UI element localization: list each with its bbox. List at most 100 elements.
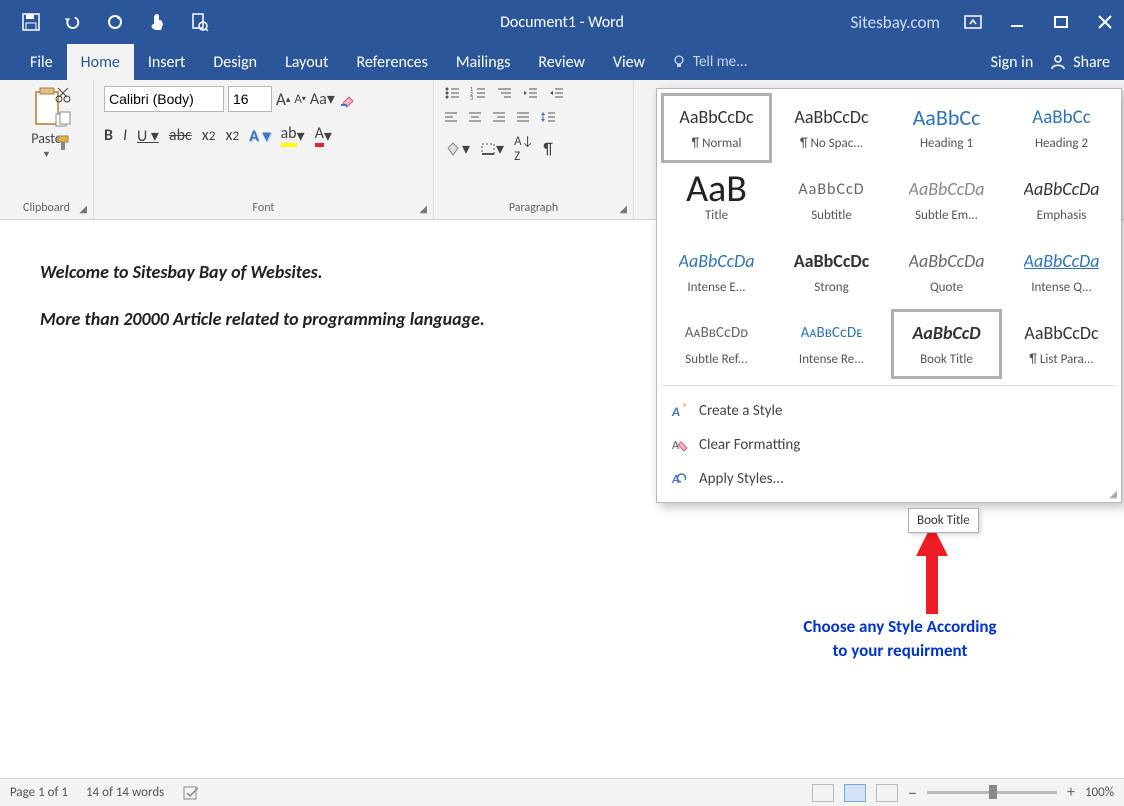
- print-preview-icon[interactable]: [188, 11, 210, 33]
- tab-file[interactable]: File: [16, 44, 67, 80]
- tab-layout[interactable]: Layout: [271, 44, 342, 80]
- style--list-para-[interactable]: AaBbCcDc¶ List Para...: [1006, 309, 1117, 379]
- create-style-item[interactable]: A Create a Style: [657, 394, 1121, 428]
- lightbulb-icon: [671, 54, 687, 70]
- style-subtitle[interactable]: AaBbCcDSubtitle: [776, 165, 887, 235]
- zoom-level[interactable]: 100%: [1085, 785, 1114, 800]
- change-case-icon[interactable]: Aa▾: [310, 89, 335, 109]
- format-painter-icon[interactable]: [54, 134, 72, 152]
- clear-formatting-icon[interactable]: [339, 89, 359, 109]
- paragraph-group: 123 ▾ ▾ A↓Z ¶ Paragraph ◢: [434, 80, 634, 219]
- copy-icon[interactable]: [54, 110, 72, 128]
- sign-in-link[interactable]: Sign in: [991, 53, 1034, 72]
- tab-design[interactable]: Design: [199, 44, 271, 80]
- shading-icon[interactable]: ▾: [444, 139, 470, 159]
- repeat-icon[interactable]: [104, 11, 126, 33]
- word-count[interactable]: 14 of 14 words: [86, 785, 164, 800]
- tab-mailings[interactable]: Mailings: [442, 44, 525, 80]
- style-intense-e-[interactable]: AaBbCcDaIntense E...: [661, 237, 772, 307]
- clear-formatting-item[interactable]: A Clear Formatting: [657, 428, 1121, 462]
- tab-references[interactable]: References: [342, 44, 441, 80]
- clear-format-icon: A: [671, 436, 689, 454]
- borders-icon[interactable]: ▾: [480, 139, 504, 159]
- maximize-icon[interactable]: [1050, 11, 1072, 33]
- tab-insert[interactable]: Insert: [134, 44, 200, 80]
- title-bar: Document1 - Word Sitesbay.com: [0, 0, 1124, 44]
- paste-button[interactable]: Paste ▼: [10, 86, 83, 160]
- zoom-out-button[interactable]: −: [908, 782, 917, 804]
- bold-button[interactable]: B: [104, 126, 113, 145]
- share-icon: [1049, 53, 1067, 71]
- font-color-icon[interactable]: A ▾: [315, 124, 332, 147]
- style-heading-1[interactable]: AaBbCcHeading 1: [891, 93, 1002, 163]
- create-style-icon: A: [671, 402, 689, 420]
- tab-view[interactable]: View: [599, 44, 659, 80]
- style-heading-2[interactable]: AaBbCcHeading 2: [1006, 93, 1117, 163]
- cut-icon[interactable]: [54, 86, 72, 104]
- line-spacing-icon[interactable]: [540, 110, 556, 124]
- web-layout-icon[interactable]: [876, 784, 898, 802]
- superscript-button[interactable]: x2: [225, 126, 239, 145]
- zoom-in-button[interactable]: +: [1067, 783, 1075, 802]
- tab-home[interactable]: Home: [67, 44, 134, 80]
- paragraph-label: Paragraph: [509, 201, 558, 215]
- multilevel-list-icon[interactable]: [496, 86, 512, 100]
- subscript-button[interactable]: x2: [202, 126, 216, 145]
- minimize-icon[interactable]: [1006, 11, 1028, 33]
- font-label: Font: [253, 201, 275, 215]
- increase-font-icon[interactable]: A▴: [276, 89, 290, 110]
- print-layout-icon[interactable]: [844, 784, 866, 802]
- font-size-select[interactable]: [228, 86, 272, 112]
- font-group: A▴ A▾ Aa▾ B I U ▾ abc x2 x2 A ▾ ab▾ A ▾ …: [94, 80, 434, 219]
- font-launcher[interactable]: ◢: [419, 202, 427, 215]
- resize-grip-icon[interactable]: ◢: [1109, 487, 1117, 500]
- style-book-title[interactable]: AaBbCcDBook Title: [891, 309, 1002, 379]
- decrease-indent-icon[interactable]: [522, 86, 538, 100]
- ribbon-options-icon[interactable]: [962, 11, 984, 33]
- italic-button[interactable]: I: [123, 126, 127, 145]
- apply-styles-icon: A: [671, 470, 689, 488]
- save-icon[interactable]: [20, 11, 42, 33]
- increase-indent-icon[interactable]: [548, 86, 564, 100]
- decrease-font-icon[interactable]: A▾: [294, 92, 306, 107]
- style--no-spac-[interactable]: AaBbCcDc¶ No Spac...: [776, 93, 887, 163]
- bullets-icon[interactable]: [444, 86, 460, 100]
- proofing-icon[interactable]: [182, 785, 200, 801]
- align-left-icon[interactable]: [444, 111, 458, 123]
- highlight-color-icon[interactable]: ab▾: [281, 124, 305, 147]
- close-icon[interactable]: [1094, 11, 1116, 33]
- style-title[interactable]: AaBTitle: [661, 165, 772, 235]
- style-subtle-em-[interactable]: AaBbCcDaSubtle Em...: [891, 165, 1002, 235]
- style--normal[interactable]: AaBbCcDc¶ Normal: [661, 93, 772, 163]
- undo-icon[interactable]: [62, 11, 84, 33]
- clipboard-launcher[interactable]: ◢: [79, 202, 87, 215]
- show-marks-icon[interactable]: ¶: [543, 140, 552, 159]
- touch-mode-icon[interactable]: [146, 11, 168, 33]
- numbering-icon[interactable]: 123: [470, 86, 486, 100]
- style-strong[interactable]: AaBbCcDcStrong: [776, 237, 887, 307]
- status-bar: Page 1 of 1 14 of 14 words − + 100%: [0, 778, 1124, 806]
- strikethrough-button[interactable]: abc: [169, 126, 192, 145]
- paragraph-launcher[interactable]: ◢: [619, 202, 627, 215]
- align-right-icon[interactable]: [492, 111, 506, 123]
- style-quote[interactable]: AaBbCcDaQuote: [891, 237, 1002, 307]
- sort-icon[interactable]: A↓Z: [514, 134, 533, 164]
- underline-button[interactable]: U ▾: [137, 126, 159, 146]
- style-intense-re-[interactable]: AᴀBʙCᴄDᴇIntense Re...: [776, 309, 887, 379]
- zoom-slider[interactable]: [927, 791, 1057, 794]
- align-center-icon[interactable]: [468, 111, 482, 123]
- text-effects-icon[interactable]: A ▾: [249, 126, 270, 146]
- tell-me-search[interactable]: Tell me...: [659, 44, 748, 80]
- justify-icon[interactable]: [516, 111, 530, 123]
- apply-styles-item[interactable]: A Apply Styles...: [657, 462, 1121, 496]
- page-status[interactable]: Page 1 of 1: [10, 785, 68, 800]
- tab-review[interactable]: Review: [524, 44, 599, 80]
- style-intense-q-[interactable]: AaBbCcDaIntense Q...: [1006, 237, 1117, 307]
- style-emphasis[interactable]: AaBbCcDaEmphasis: [1006, 165, 1117, 235]
- clipboard-group: Paste ▼ Clipboard ◢: [0, 80, 94, 219]
- share-button[interactable]: Share: [1049, 53, 1110, 72]
- font-name-select[interactable]: [104, 86, 224, 112]
- read-mode-icon[interactable]: [812, 784, 834, 802]
- style-subtle-ref-[interactable]: AᴀBʙCᴄDᴅSubtle Ref...: [661, 309, 772, 379]
- svg-text:A: A: [671, 405, 680, 420]
